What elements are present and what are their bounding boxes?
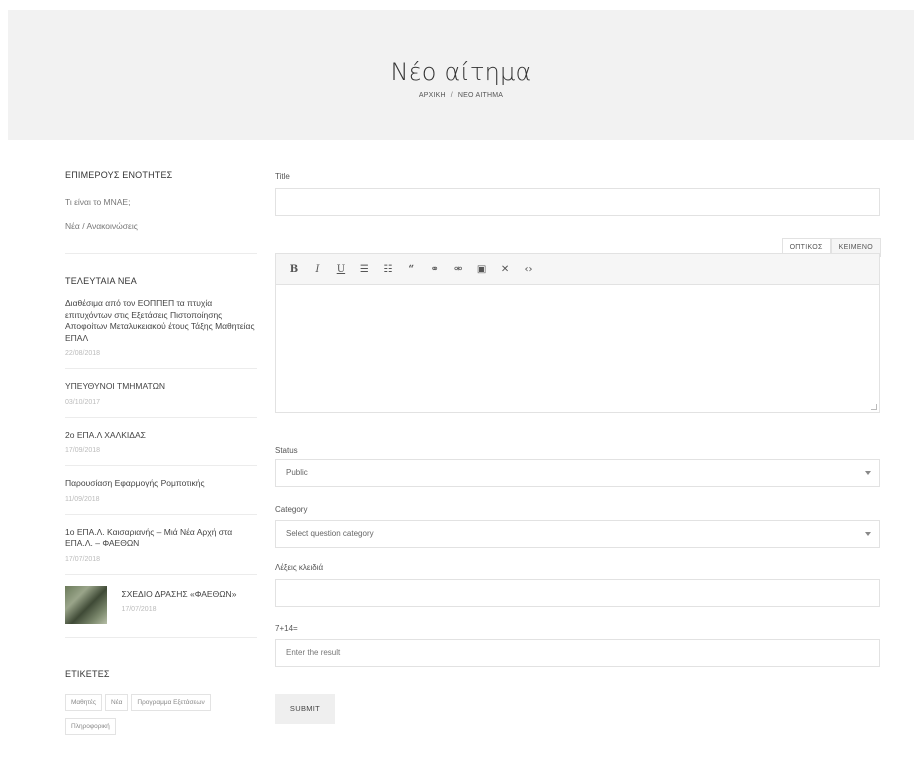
editor-toolbar: B I U ☰ ☷ “ ⚭ ⚮ ▣ ✕ ‹›: [276, 254, 879, 285]
italic-icon[interactable]: I: [309, 254, 325, 285]
bullet-list-icon[interactable]: ☰: [356, 254, 372, 285]
status-selected-value: Public: [286, 468, 308, 477]
keywords-input[interactable]: [275, 579, 880, 607]
category-selected-value: Select question category: [286, 529, 374, 538]
divider: [65, 253, 257, 254]
unlink-icon[interactable]: ⚮: [450, 254, 466, 285]
sidebar: ΕΠΙΜΕΡΟΥΣ ΕΝΟΤΗΤΕΣ Τι είναι το ΜΝΑΕ; Νέα…: [65, 170, 257, 739]
tag[interactable]: Προγραμμα Εξετάσεων: [131, 693, 211, 711]
underline-icon[interactable]: U: [333, 254, 349, 285]
title-label: Title: [275, 172, 290, 181]
captcha-input[interactable]: Enter the result: [275, 639, 880, 667]
keywords-label: Λέξεις κλειδιά: [275, 563, 324, 572]
news-title[interactable]: 2ο ΕΠΑ.Λ ΧΑΛΚΙΔΑΣ: [65, 430, 257, 442]
news-item[interactable]: ΥΠΕΥΘΥΝΟΙ ΤΜΗΜΑΤΩΝ 03/10/2017: [65, 369, 257, 418]
news-title[interactable]: Διαθέσιμα από τον ΕΟΠΠΕΠ τα πτυχία επιτυ…: [65, 298, 257, 344]
chevron-down-icon: [865, 532, 871, 536]
news-date: 17/07/2018: [121, 606, 157, 613]
news-title[interactable]: 1ο ΕΠΑ.Λ. Καισαριανής – Μιά Νέα Αρχή στα…: [65, 527, 257, 550]
news-item[interactable]: 2ο ΕΠΑ.Λ ΧΑΛΚΙΔΑΣ 17/09/2018: [65, 418, 257, 466]
news-title[interactable]: ΥΠΕΥΘΥΝΟΙ ΤΜΗΜΑΤΩΝ: [65, 381, 257, 393]
category-label: Category: [275, 505, 308, 514]
captcha-label: 7+14=: [275, 624, 298, 633]
content-editor[interactable]: B I U ☰ ☷ “ ⚭ ⚮ ▣ ✕ ‹›: [275, 253, 880, 413]
news-date: 11/09/2018: [65, 495, 100, 503]
news-item[interactable]: Παρουσίαση Εφαρμογής Ρομποτικής 11/09/20…: [65, 466, 257, 515]
breadcrumb: ΑΡΧΙΚΗ / ΝΕΟ ΑΙΤΗΜΑ: [8, 92, 914, 99]
category-select[interactable]: Select question category: [275, 520, 880, 548]
bold-icon[interactable]: B: [286, 254, 302, 285]
submit-button[interactable]: SUBMIT: [275, 694, 335, 724]
page-header: Νέο αίτημα ΑΡΧΙΚΗ / ΝΕΟ ΑΙΤΗΜΑ: [8, 10, 914, 140]
sidebar-link-news[interactable]: Νέα / Ανακοινώσεις: [65, 221, 257, 231]
status-select[interactable]: Public: [275, 459, 880, 487]
tag[interactable]: Πληροφορική: [65, 717, 116, 735]
code-icon[interactable]: ‹›: [521, 254, 537, 285]
sections-heading: ΕΠΙΜΕΡΟΥΣ ΕΝΟΤΗΤΕΣ: [65, 170, 173, 180]
resize-handle[interactable]: [871, 404, 877, 410]
title-input[interactable]: [275, 188, 880, 216]
news-date: 17/07/2018: [65, 555, 101, 563]
breadcrumb-separator: /: [450, 92, 453, 99]
blockquote-icon[interactable]: “: [403, 254, 419, 285]
breadcrumb-home[interactable]: ΑΡΧΙΚΗ: [419, 92, 446, 99]
breadcrumb-current: ΝΕΟ ΑΙΤΗΜΑ: [457, 92, 504, 99]
link-icon[interactable]: ⚭: [427, 254, 443, 285]
chevron-down-icon: [865, 471, 871, 475]
tag[interactable]: Νέα: [105, 693, 129, 711]
latest-news-heading: ΤΕΛΕΥΤΑΙΑ ΝΕΑ: [65, 276, 137, 286]
tag-cloud: Μαθητές Νέα Προγραμμα Εξετάσεων Πληροφορική: [65, 691, 255, 739]
news-title[interactable]: ΣΧΕΔΙΟ ΔΡΑΣΗΣ «ΦΑΕΘΩΝ»: [121, 589, 251, 601]
news-item-with-thumb[interactable]: ΣΧΕΔΙΟ ΔΡΑΣΗΣ «ΦΑΕΘΩΝ» 17/07/2018: [65, 575, 257, 635]
tags-heading: ΕΤΙΚΕΤΕΣ: [65, 668, 110, 679]
image-icon[interactable]: ▣: [474, 254, 490, 285]
news-date: 22/08/2018: [65, 350, 101, 357]
numbered-list-icon[interactable]: ☷: [380, 254, 396, 285]
fullscreen-icon[interactable]: ✕: [497, 254, 513, 285]
news-thumbnail[interactable]: [65, 585, 107, 624]
news-date: 17/09/2018: [65, 447, 101, 454]
page-title: Νέο αίτημα: [390, 58, 532, 86]
news-title[interactable]: Παρουσίαση Εφαρμογής Ρομποτικής: [65, 478, 257, 490]
status-label: Status: [275, 446, 298, 455]
news-date: 03/10/2017: [65, 398, 101, 406]
news-item[interactable]: 1ο ΕΠΑ.Λ. Καισαριανής – Μιά Νέα Αρχή στα…: [65, 515, 257, 575]
divider: [65, 636, 257, 638]
news-item[interactable]: Διαθέσιμα από τον ΕΟΠΠΕΠ τα πτυχία επιτυ…: [65, 286, 257, 369]
sidebar-link-mnae[interactable]: Τι είναι το ΜΝΑΕ;: [65, 197, 257, 207]
tag[interactable]: Μαθητές: [65, 693, 103, 711]
